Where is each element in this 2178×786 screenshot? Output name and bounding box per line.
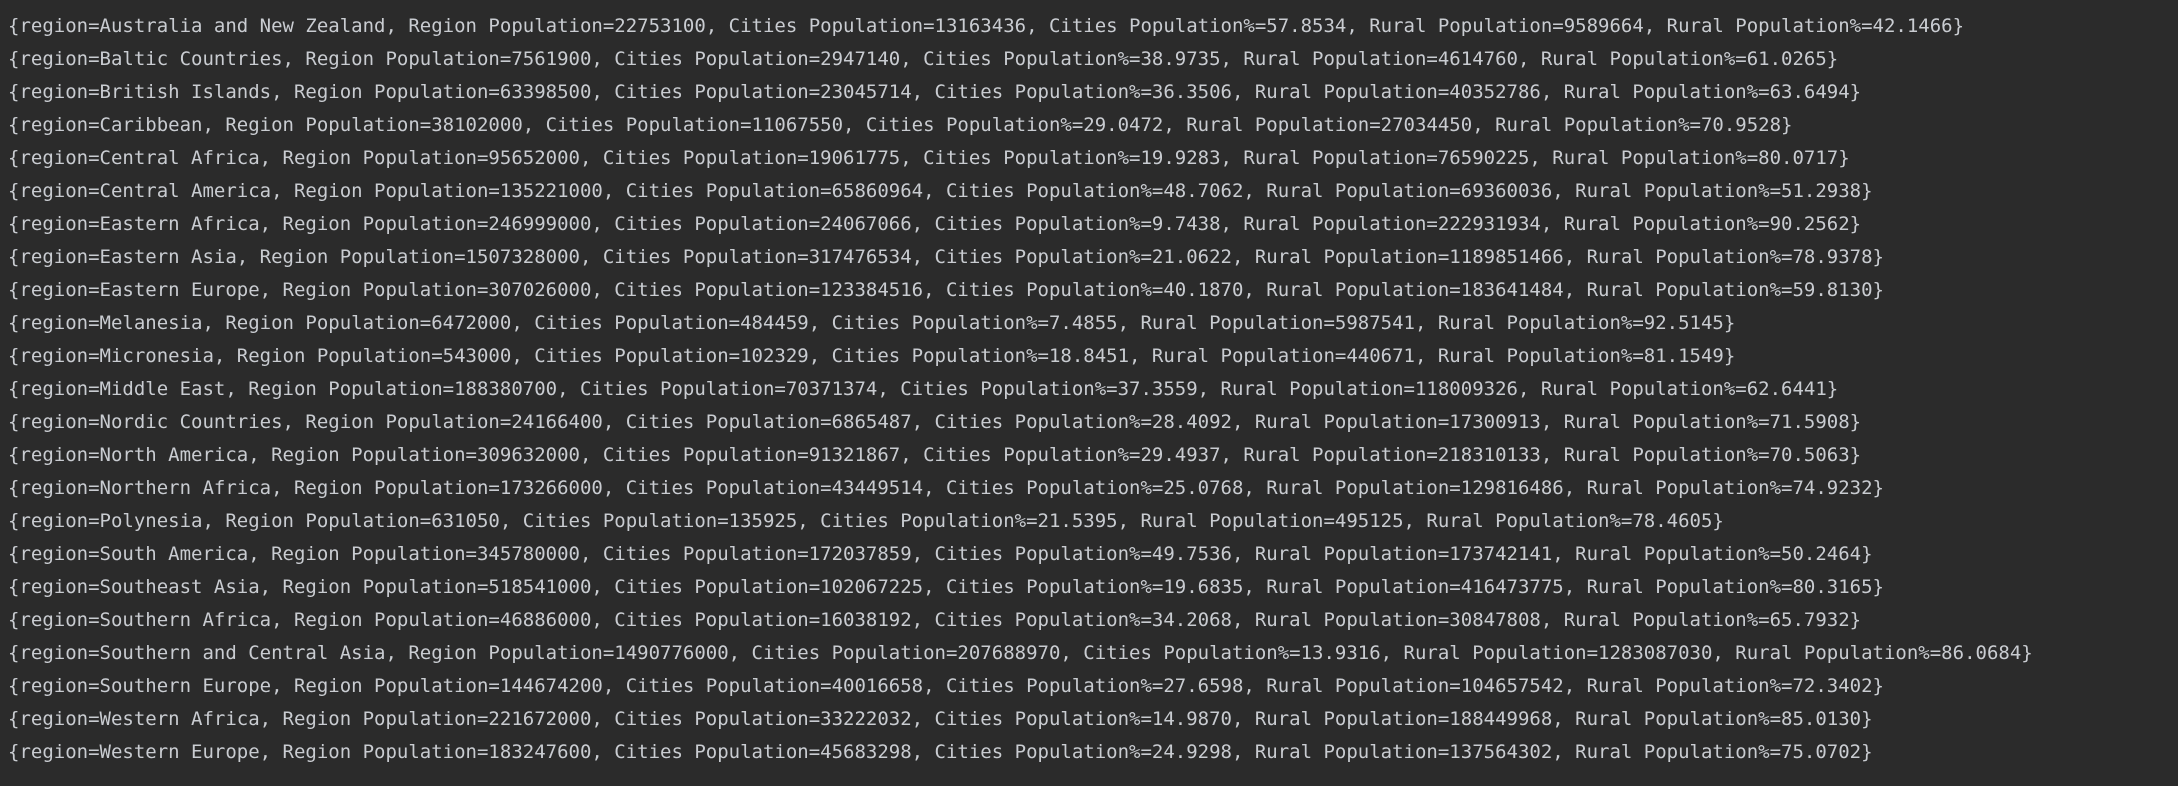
console-line: {region=North America, Region Population… bbox=[8, 444, 1862, 466]
console-line: {region=Central America, Region Populati… bbox=[8, 180, 1873, 202]
console-line: {region=Southeast Asia, Region Populatio… bbox=[8, 576, 1884, 598]
console-line: {region=British Islands, Region Populati… bbox=[8, 81, 1862, 103]
console-line: {region=Western Africa, Region Populatio… bbox=[8, 708, 1873, 730]
console-line: {region=Southern and Central Asia, Regio… bbox=[8, 642, 2033, 664]
console-line: {region=Northern Africa, Region Populati… bbox=[8, 477, 1884, 499]
console-line: {region=Eastern Europe, Region Populatio… bbox=[8, 279, 1884, 301]
console-line: {region=Southern Africa, Region Populati… bbox=[8, 609, 1862, 631]
console-line: {region=Eastern Africa, Region Populatio… bbox=[8, 213, 1862, 235]
console-line: {region=South America, Region Population… bbox=[8, 543, 1873, 565]
console-output[interactable]: {region=Australia and New Zealand, Regio… bbox=[0, 0, 2178, 786]
console-line: {region=Australia and New Zealand, Regio… bbox=[8, 15, 1965, 37]
console-line: {region=Nordic Countries, Region Populat… bbox=[8, 411, 1862, 433]
console-line: {region=Polynesia, Region Population=631… bbox=[8, 510, 1724, 532]
console-line: {region=Western Europe, Region Populatio… bbox=[8, 741, 1873, 763]
console-line: {region=Caribbean, Region Population=381… bbox=[8, 114, 1793, 136]
console-line: {region=Baltic Countries, Region Populat… bbox=[8, 48, 1839, 70]
console-line: {region=Middle East, Region Population=1… bbox=[8, 378, 1839, 400]
console-line: {region=Central Africa, Region Populatio… bbox=[8, 147, 1850, 169]
console-line: {region=Eastern Asia, Region Population=… bbox=[8, 246, 1884, 268]
console-line: {region=Melanesia, Region Population=647… bbox=[8, 312, 1736, 334]
console-line: {region=Southern Europe, Region Populati… bbox=[8, 675, 1884, 697]
console-line: {region=Micronesia, Region Population=54… bbox=[8, 345, 1736, 367]
